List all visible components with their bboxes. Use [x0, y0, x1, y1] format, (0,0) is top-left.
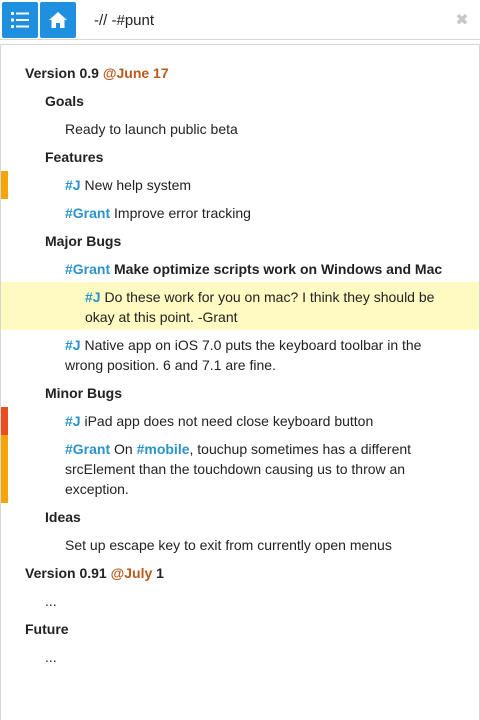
date-suffix: 1	[156, 565, 164, 581]
home-button[interactable]	[40, 2, 76, 38]
collapsed-ellipsis[interactable]: ...	[45, 647, 57, 667]
assignee-tag[interactable]: #J	[85, 289, 101, 305]
assignee-tag[interactable]: #J	[65, 337, 81, 353]
outline-item-escape-key[interactable]: Set up escape key to exit from currently…	[65, 535, 392, 555]
item-text: Native app on iOS 7.0 puts the keyboard …	[84, 337, 422, 353]
item-text-line2: srcElement than the touchdown causing us…	[65, 461, 406, 477]
assignee-tag[interactable]: #Grant	[65, 441, 110, 457]
outline-item-ideas[interactable]: Ideas	[45, 507, 81, 527]
assignee-tag[interactable]: #Grant	[65, 261, 110, 277]
assignee-tag[interactable]: #J	[65, 413, 81, 429]
clear-search-icon[interactable]: ✖	[452, 10, 472, 30]
outline-item-optimize-scripts[interactable]: #Grant Make optimize scripts work on Win…	[65, 259, 442, 279]
outline-item-native-app[interactable]: #J Native app on iOS 7.0 puts the keyboa…	[65, 335, 465, 375]
assignee-tag[interactable]: #Grant	[65, 205, 110, 221]
item-text: New help system	[84, 177, 192, 193]
collapsed-ellipsis[interactable]: ...	[45, 591, 57, 611]
item-title: Version 0.9	[25, 65, 99, 81]
home-icon	[49, 12, 67, 28]
search-input[interactable]	[94, 8, 434, 32]
outline-item-touchup[interactable]: #Grant On #mobile, touchup sometimes has…	[65, 439, 465, 499]
hashtag-mobile[interactable]: #mobile	[137, 441, 190, 457]
date-tag[interactable]: @July	[111, 565, 153, 581]
outline-panel: Version 0.9 @June 17 Goals Ready to laun…	[0, 44, 480, 720]
item-text: On	[114, 441, 133, 457]
item-text-line2: okay at this point. -Grant	[85, 309, 238, 325]
date-tag[interactable]: @June 17	[103, 65, 169, 81]
outline-item-feature-help[interactable]: #J New help system	[65, 175, 191, 195]
item-text: , touchup sometimes has a different	[189, 441, 412, 457]
item-text-line3: exception.	[65, 481, 129, 497]
outline-item-version-0-91[interactable]: Version 0.91 @July 1	[25, 563, 164, 583]
outline-item-minor-bugs[interactable]: Minor Bugs	[45, 383, 122, 403]
item-text: Make optimize scripts work on Windows an…	[114, 261, 443, 277]
outline-item-features[interactable]: Features	[45, 147, 103, 167]
outline-item-goals[interactable]: Goals	[45, 91, 84, 111]
outline-item-goal[interactable]: Ready to launch public beta	[65, 119, 238, 139]
outline-item-version-0-9[interactable]: Version 0.9 @June 17	[25, 63, 169, 83]
item-text: Do these work for you on mac? I think th…	[104, 289, 435, 305]
priority-marker	[1, 407, 8, 435]
menu-list-button[interactable]	[2, 2, 38, 38]
priority-marker	[1, 171, 8, 199]
item-text-line2: wrong position. 6 and 7.1 are fine.	[65, 357, 276, 373]
assignee-tag[interactable]: #J	[65, 177, 81, 193]
priority-marker	[1, 435, 8, 503]
outline-item-future[interactable]: Future	[25, 619, 69, 639]
item-text: iPad app does not need close keyboard bu…	[84, 413, 374, 429]
list-icon	[11, 12, 29, 28]
top-toolbar: ✖	[0, 0, 480, 40]
outline-item-reply[interactable]: #J Do these work for you on mac? I think…	[85, 287, 465, 327]
item-text: Improve error tracking	[114, 205, 251, 221]
outline-item-feature-error[interactable]: #Grant Improve error tracking	[65, 203, 251, 223]
outline-item-major-bugs[interactable]: Major Bugs	[45, 231, 121, 251]
item-title: Version 0.91	[25, 565, 107, 581]
outline-item-ipad-keyboard[interactable]: #J iPad app does not need close keyboard…	[65, 411, 373, 431]
